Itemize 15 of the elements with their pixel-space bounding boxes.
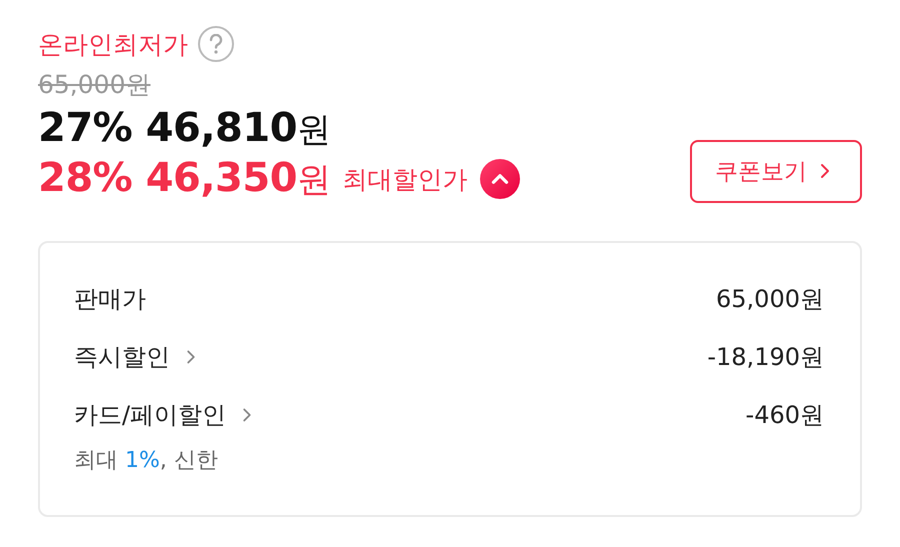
breakdown-link[interactable]: 카드/페이할인 bbox=[74, 399, 258, 431]
price-label: 온라인최저가 bbox=[38, 28, 188, 60]
breakdown-value: 65,000원 bbox=[716, 284, 824, 315]
help-icon[interactable] bbox=[198, 26, 234, 62]
card-benefit-note: 최대 1%, 신한 bbox=[74, 447, 219, 475]
chevron-up-icon[interactable] bbox=[480, 159, 520, 199]
breakdown-value: -18,190원 bbox=[707, 342, 824, 373]
best-price: 28% 46,350원 bbox=[38, 155, 331, 203]
original-price: 65,000원 bbox=[38, 69, 150, 101]
breakdown-value: -460원 bbox=[746, 400, 824, 431]
coupon-button[interactable]: 쿠폰보기 bbox=[690, 140, 862, 202]
max-discount-label: 최대할인가 bbox=[342, 164, 468, 196]
breakdown-label: 판매가 bbox=[74, 284, 146, 315]
breakdown-link[interactable]: 즉시할인 bbox=[74, 341, 202, 373]
sale-price: 27% 46,810원 bbox=[38, 105, 331, 153]
